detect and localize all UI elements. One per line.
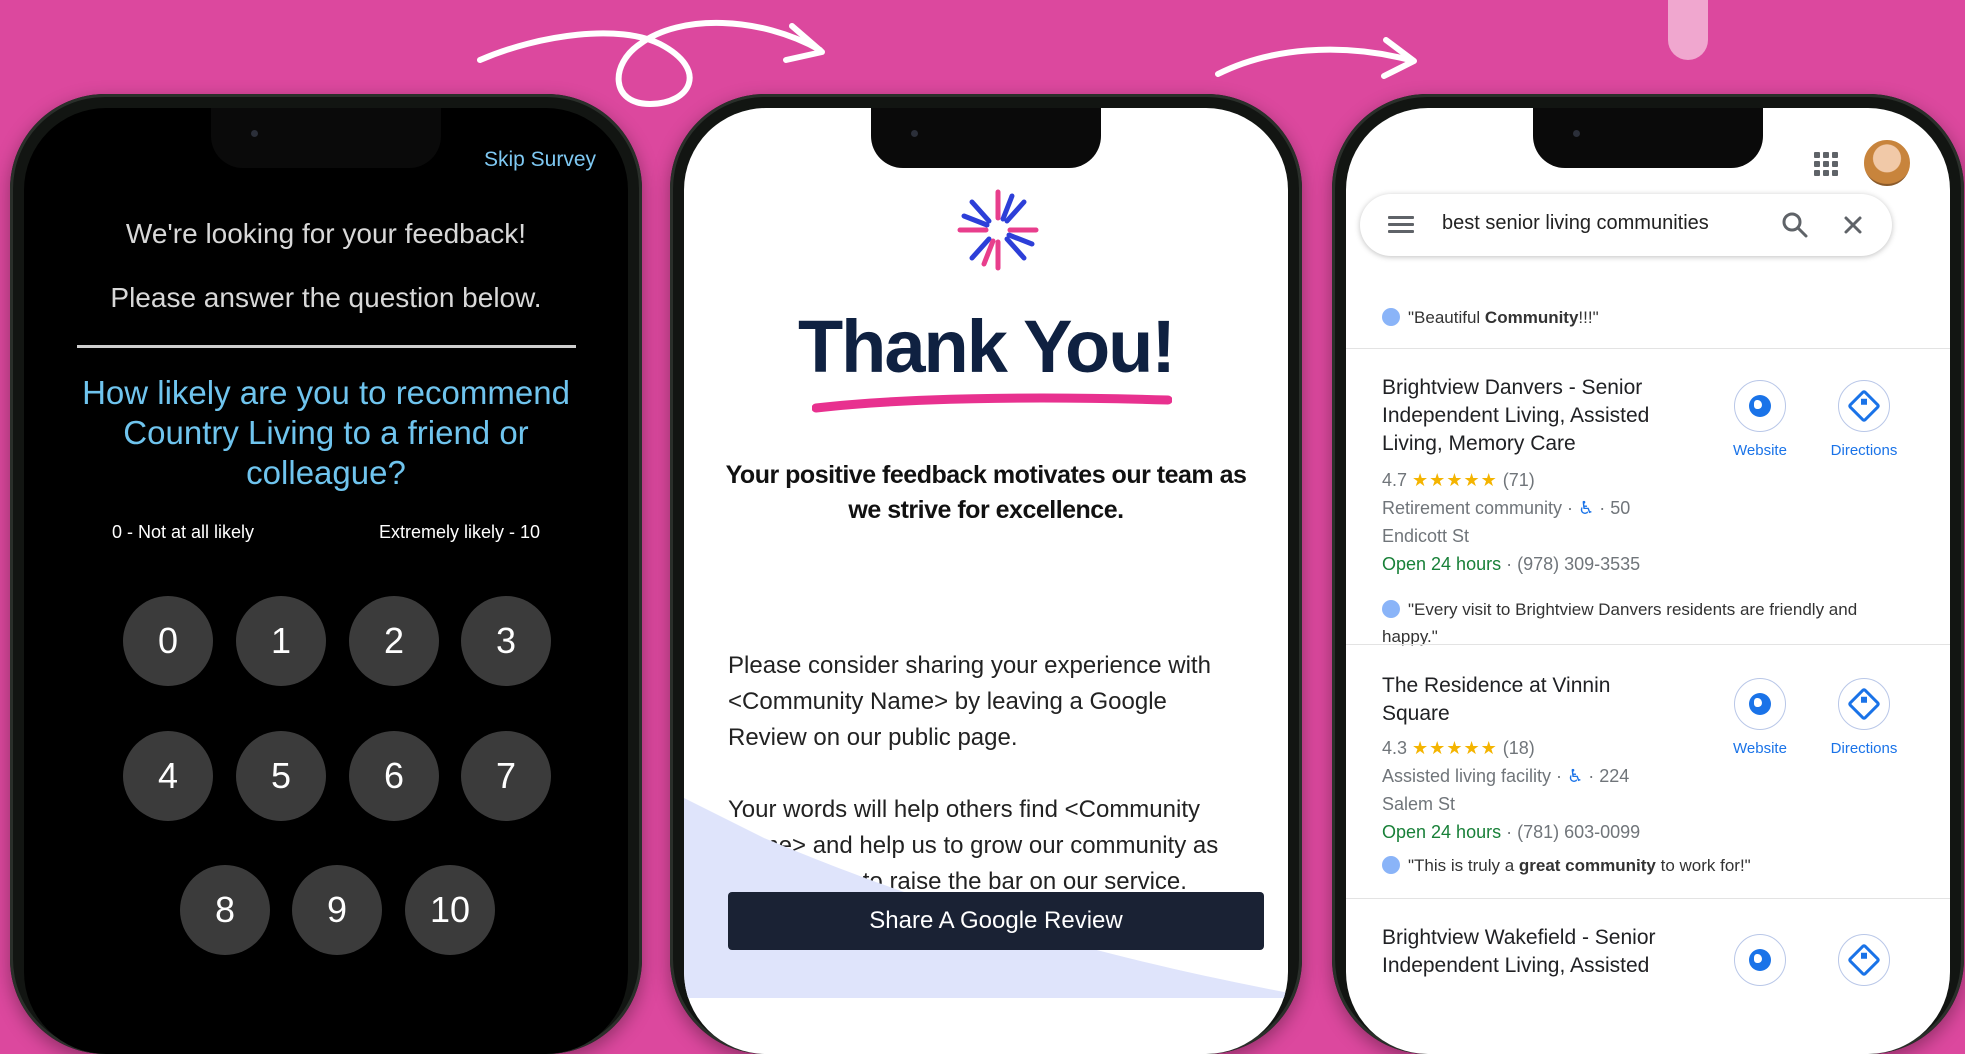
rating-option-10[interactable]: 10 <box>405 865 495 955</box>
decorative-bar <box>1668 0 1708 60</box>
phone-notch <box>1533 108 1763 168</box>
reviewer-avatar-icon <box>1382 600 1400 618</box>
listing-name[interactable]: Brightview Wakefield - Senior Independen… <box>1382 924 1702 980</box>
reviewer-avatar-icon <box>1382 856 1400 874</box>
wheelchair-icon: ♿ <box>1578 498 1595 518</box>
globe-icon <box>1749 395 1771 417</box>
website-button[interactable]: Website <box>1720 380 1800 459</box>
directions-icon <box>1847 687 1881 721</box>
rating-option-9[interactable]: 9 <box>292 865 382 955</box>
search-input[interactable]: best senior living communities <box>1442 212 1709 235</box>
phone-survey: Skip Survey We're looking for your feedb… <box>10 94 642 1054</box>
review-snippet: "Every visit to Brightview Danvers resid… <box>1382 600 1858 646</box>
phone-thank-you: Thank You! Your positive feedback motiva… <box>670 94 1302 1054</box>
divider <box>1346 898 1950 899</box>
hours-line: Open 24 hours · (978) 309-3535 <box>1382 554 1641 574</box>
thank-you-screen: Thank You! Your positive feedback motiva… <box>684 108 1288 1054</box>
rating-option-6[interactable]: 6 <box>349 731 439 821</box>
apps-grid-icon[interactable] <box>1814 152 1838 176</box>
directions-button[interactable]: Directions <box>1824 380 1904 459</box>
rating-option-3[interactable]: 3 <box>461 596 551 686</box>
instruction-text: Please answer the question below. <box>110 282 542 313</box>
thank-you-lead: Your positive feedback motivates our tea… <box>725 461 1247 524</box>
phone-google-results: best senior living communities "Beautifu… <box>1332 94 1964 1054</box>
star-rating-icon: ★★★★★ <box>1412 738 1498 758</box>
directions-button[interactable]: Directions <box>1824 678 1904 757</box>
review-request-paragraph: Please consider sharing your experience … <box>728 652 1211 751</box>
scale-high-label: Extremely likely - 10 <box>378 522 540 542</box>
rating-option-1[interactable]: 1 <box>236 596 326 686</box>
avatar[interactable] <box>1862 138 1912 188</box>
survey-question: How likely are you to recommend Country … <box>82 374 570 491</box>
share-google-review-button[interactable]: Share A Google Review <box>728 892 1264 950</box>
rating-option-8[interactable]: 8 <box>180 865 270 955</box>
directions-icon <box>1847 943 1881 977</box>
directions-button[interactable] <box>1824 934 1904 986</box>
hours-line: Open 24 hours · (781) 603-0099 <box>1382 822 1641 842</box>
list-item[interactable]: Brightview Danvers - Senior Independent … <box>1382 374 1950 646</box>
menu-icon[interactable] <box>1388 216 1414 234</box>
divider <box>1346 348 1950 349</box>
burst-logo-icon <box>957 189 1039 271</box>
category-line: Assisted living facility · ♿ · 224 <box>1382 766 1630 786</box>
wheelchair-icon: ♿ <box>1567 766 1584 786</box>
rating-option-2[interactable]: 2 <box>349 596 439 686</box>
divider <box>77 345 576 348</box>
address-line: Salem St <box>1382 794 1456 814</box>
listing-name[interactable]: Brightview Danvers - Senior Independent … <box>1382 374 1702 458</box>
rating-option-5[interactable]: 5 <box>236 731 326 821</box>
rating-option-0[interactable]: 0 <box>123 596 213 686</box>
directions-icon <box>1847 389 1881 423</box>
star-rating-icon: ★★★★★ <box>1412 470 1498 490</box>
rating-option-4[interactable]: 4 <box>123 731 213 821</box>
rating-row: 4.3 ★★★★★ (18) <box>1382 738 1535 758</box>
globe-icon <box>1749 693 1771 715</box>
divider <box>1346 644 1950 645</box>
phone-notch <box>871 108 1101 168</box>
survey-screen: Skip Survey We're looking for your feedb… <box>24 108 628 1054</box>
search-bar[interactable]: best senior living communities <box>1360 194 1892 256</box>
brush-underline <box>812 393 1172 413</box>
thank-you-title: Thank You! <box>797 305 1176 388</box>
review-snippet: "Beautiful Community!!!" <box>1382 304 1599 331</box>
arrow-decoration <box>1215 37 1417 79</box>
close-icon[interactable] <box>1838 210 1868 240</box>
address-line: Endicott St <box>1382 526 1470 546</box>
search-icon[interactable] <box>1780 210 1810 240</box>
category-line: Retirement community · ♿ · 50 <box>1382 498 1631 518</box>
scale-low-label: 0 - Not at all likely <box>112 522 255 542</box>
globe-icon <box>1749 949 1771 971</box>
phone-notch <box>211 108 441 168</box>
rating-row: 4.7 ★★★★★ (71) <box>1382 470 1535 490</box>
list-item[interactable]: The Residence at Vinnin Square 4.3 ★★★★★… <box>1382 672 1950 875</box>
listing-name[interactable]: The Residence at Vinnin Square <box>1382 672 1652 728</box>
feedback-heading: We're looking for your feedback! <box>125 218 527 249</box>
skip-survey-link[interactable]: Skip Survey <box>484 148 596 172</box>
website-button[interactable] <box>1720 934 1800 986</box>
reviewer-avatar-icon <box>1382 308 1400 326</box>
list-item[interactable]: Brightview Wakefield - Senior Independen… <box>1382 924 1950 994</box>
rating-option-7[interactable]: 7 <box>461 731 551 821</box>
website-button[interactable]: Website <box>1720 678 1800 757</box>
search-results-screen: best senior living communities "Beautifu… <box>1346 108 1950 1054</box>
review-snippet: "This is truly a great community to work… <box>1382 852 1882 879</box>
